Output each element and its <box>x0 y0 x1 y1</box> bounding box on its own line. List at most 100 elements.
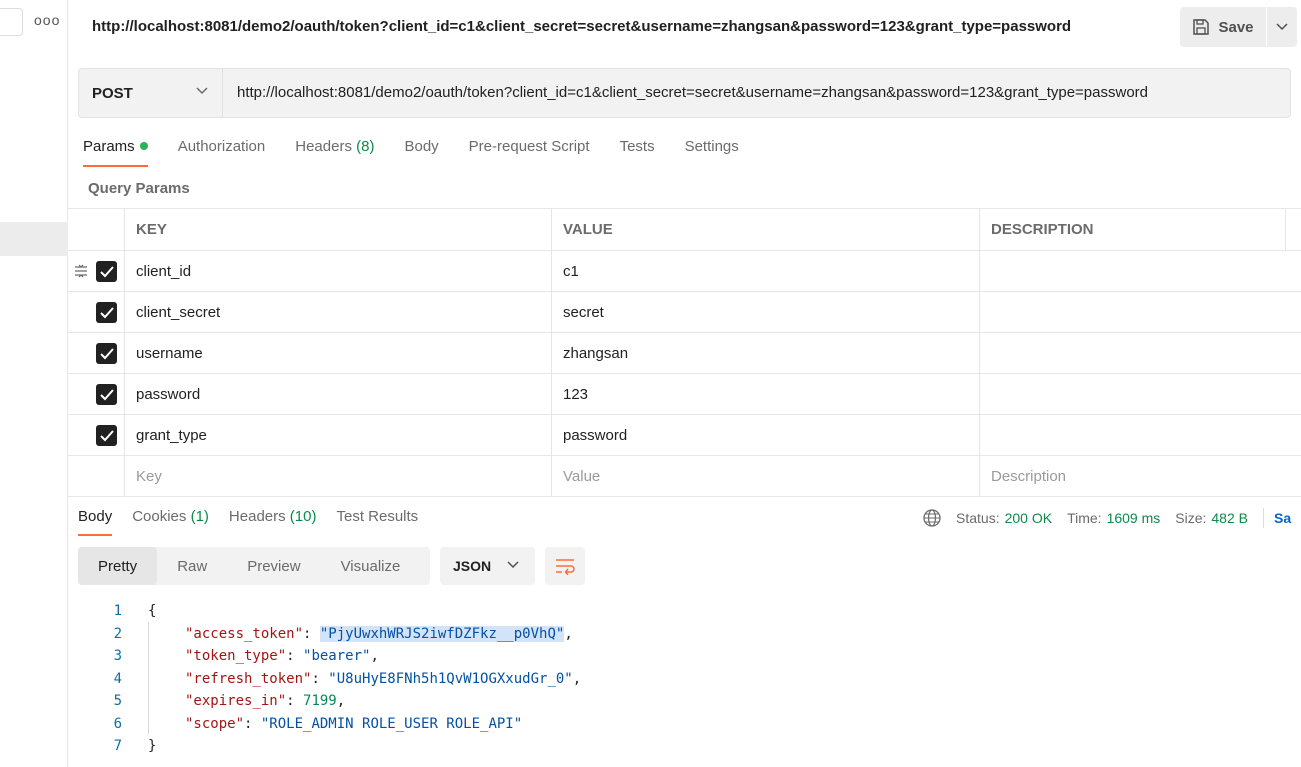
checkmark-icon <box>99 347 114 359</box>
request-title[interactable]: http://localhost:8081/demo2/oauth/token?… <box>92 18 1071 35</box>
save-response-button[interactable]: Sa <box>1274 510 1291 526</box>
tab-response-cookies[interactable]: Cookies (1) <box>132 508 209 536</box>
checkmark-icon <box>99 306 114 318</box>
save-options-button[interactable] <box>1267 7 1297 47</box>
code-text: "expires_in": 7199, <box>185 693 346 709</box>
drag-handle-icon[interactable] <box>74 264 88 278</box>
left-sidebar: ooo <box>0 0 68 767</box>
format-select[interactable]: JSON <box>440 547 535 585</box>
method-select[interactable]: POST <box>79 69 223 117</box>
column-header-description: DESCRIPTION <box>979 209 1286 250</box>
save-icon <box>1193 19 1210 35</box>
json-string-value: "ROLE_ADMIN ROLE_USER ROLE_API" <box>260 715 523 732</box>
view-preview[interactable]: Preview <box>227 547 320 585</box>
param-description-cell[interactable] <box>979 251 1286 291</box>
param-value-cell[interactable]: c1 <box>551 251 979 291</box>
row-checkbox[interactable] <box>96 343 117 364</box>
json-key: "refresh_token" <box>185 670 312 687</box>
method-label: POST <box>92 84 133 102</box>
param-key-cell[interactable]: grant_type <box>124 415 552 455</box>
tab-cookies-label: Cookies <box>132 508 187 525</box>
new-key-input[interactable]: Key <box>124 456 552 496</box>
code-text: "token_type": "bearer", <box>185 648 379 664</box>
response-tabs: Body Cookies (1) Headers (10) Test Resul… <box>78 508 438 536</box>
table-row: grant_type password <box>68 415 1301 456</box>
code-text: { <box>148 600 156 623</box>
tab-params[interactable]: Params <box>83 138 148 167</box>
wrap-lines-icon <box>556 559 575 575</box>
param-description-cell[interactable] <box>979 333 1286 373</box>
tab-response-headers[interactable]: Headers (10) <box>229 508 317 536</box>
globe-icon[interactable] <box>922 508 942 528</box>
json-key: "scope" <box>185 715 245 732</box>
tab-settings[interactable]: Settings <box>685 138 739 167</box>
tab-test-results-label: Test Results <box>336 508 419 525</box>
new-description-input[interactable]: Description <box>979 456 1286 496</box>
line-number: 3 <box>113 648 122 664</box>
checkmark-icon <box>99 388 114 400</box>
view-raw[interactable]: Raw <box>157 547 227 585</box>
column-options-handle[interactable] <box>1285 209 1301 250</box>
tab-test-results[interactable]: Test Results <box>336 508 418 536</box>
json-string-value: "bearer" <box>303 648 371 664</box>
param-key-cell[interactable]: password <box>124 374 552 414</box>
table-header-row: KEY VALUE DESCRIPTION <box>68 209 1301 251</box>
view-visualize[interactable]: Visualize <box>321 547 421 585</box>
tab-authorization[interactable]: Authorization <box>178 138 266 167</box>
row-checkbox[interactable] <box>96 261 117 282</box>
table-row: client_id c1 <box>68 251 1301 292</box>
tab-authorization-label: Authorization <box>177 138 266 155</box>
tab-pre-request-label: Pre-request Script <box>468 138 590 155</box>
view-pretty[interactable]: Pretty <box>78 547 158 585</box>
param-description-cell[interactable] <box>979 374 1286 414</box>
table-row: username zhangsan <box>68 333 1301 374</box>
query-params-table: KEY VALUE DESCRIPTION client_id c1 clien… <box>68 208 1301 497</box>
code-text: "access_token": "PjyUwxhWRJS2iwfDZFkz__p… <box>185 625 573 642</box>
param-description-cell[interactable] <box>979 292 1286 332</box>
param-value-cell[interactable]: 123 <box>551 374 979 414</box>
json-key: "expires_in" <box>185 693 287 709</box>
row-checkbox[interactable] <box>96 302 117 323</box>
tab-pre-request-script[interactable]: Pre-request Script <box>469 138 590 167</box>
param-key-cell[interactable]: client_id <box>124 251 552 291</box>
tab-response-body[interactable]: Body <box>78 508 113 536</box>
tab-response-body-label: Body <box>78 508 113 525</box>
header-check-cell <box>68 209 124 250</box>
tab-headers-label: Headers <box>295 138 352 155</box>
size-value[interactable]: 482 B <box>1211 510 1248 526</box>
row-controls <box>68 456 124 496</box>
param-value-cell[interactable]: secret <box>551 292 979 332</box>
row-checkbox[interactable] <box>96 384 117 405</box>
save-button[interactable]: Save <box>1180 7 1266 47</box>
param-value-cell[interactable]: password <box>551 415 979 455</box>
tab-headers[interactable]: Headers (8) <box>295 138 374 167</box>
more-options-icon[interactable]: ooo <box>34 12 60 28</box>
save-button-label: Save <box>1218 18 1254 36</box>
line-number: 6 <box>113 715 122 732</box>
tab-tests-label: Tests <box>619 138 655 155</box>
sidebar-selected-item[interactable] <box>0 222 68 256</box>
param-key-cell[interactable]: client_secret <box>124 292 552 332</box>
json-string-value: "U8uHyE8FNh5h1QvW1OGXxudGr_0" <box>328 670 573 687</box>
param-key-cell[interactable]: username <box>124 333 552 373</box>
request-bar: POST http://localhost:8081/demo2/oauth/t… <box>78 68 1291 118</box>
status-value[interactable]: 200 OK <box>1005 510 1052 526</box>
tab-tests[interactable]: Tests <box>620 138 655 167</box>
size-label: Size: <box>1175 510 1207 526</box>
tab-body[interactable]: Body <box>404 138 438 167</box>
json-number-value: 7199 <box>303 693 337 709</box>
table-row: password 123 <box>68 374 1301 415</box>
param-description-cell[interactable] <box>979 415 1286 455</box>
param-value-cell[interactable]: zhangsan <box>551 333 979 373</box>
wrap-lines-button[interactable] <box>545 547 585 585</box>
new-value-input[interactable]: Value <box>551 456 979 496</box>
json-key: "access_token" <box>185 625 304 642</box>
line-number: 1 <box>113 603 122 619</box>
format-label: JSON <box>453 558 492 574</box>
url-input[interactable]: http://localhost:8081/demo2/oauth/token?… <box>237 84 1148 101</box>
response-meta: Status: 200 OK Time: 1609 ms Size: 482 B… <box>922 508 1291 528</box>
row-controls <box>68 333 124 373</box>
sidebar-collapsed-panel[interactable] <box>0 8 23 36</box>
row-checkbox[interactable] <box>96 425 117 446</box>
time-value[interactable]: 1609 ms <box>1107 510 1161 526</box>
